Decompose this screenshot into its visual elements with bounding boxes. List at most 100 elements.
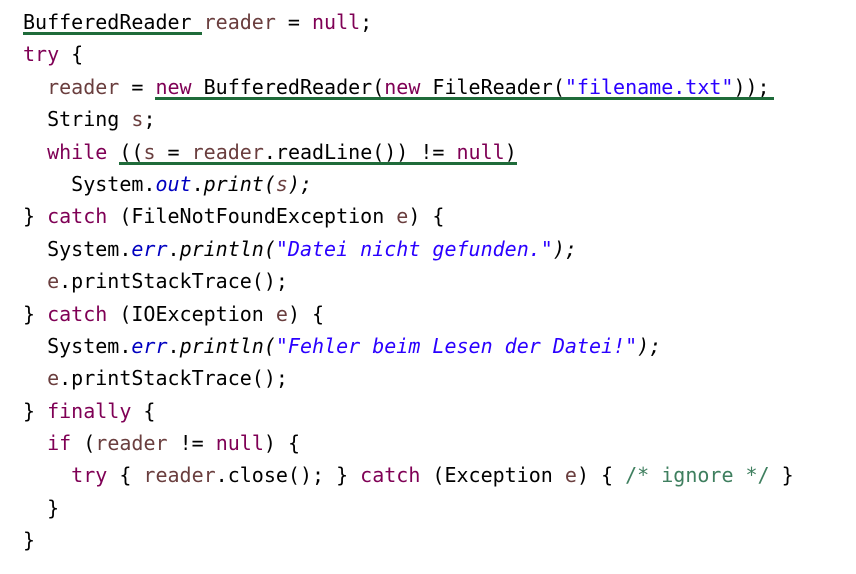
code-line: System.err.println("Datei nicht gefunden…: [23, 233, 794, 265]
code-token: ) {: [263, 431, 300, 456]
code-token: try: [23, 42, 60, 67]
code-token: ;: [360, 10, 373, 34]
code-token: reader: [191, 139, 264, 164]
code-token: (FileNotFoundException: [107, 204, 397, 229]
underline-marker: [155, 96, 774, 100]
code-token: {: [59, 42, 84, 67]
code-token: null: [456, 139, 505, 164]
code-token: err: [131, 236, 168, 261]
code-token: );: [287, 171, 313, 196]
code-token: =: [119, 74, 156, 99]
code-token: .readLine()) !=: [263, 139, 457, 164]
code-token: }: [23, 528, 36, 553]
code-line: } finally {: [23, 395, 794, 427]
code-line: e.printStackTrace();: [23, 265, 794, 297]
code-token: }: [23, 301, 48, 326]
code-token: System.: [71, 171, 156, 196]
code-token: err: [131, 333, 168, 358]
code-token: (: [71, 431, 96, 456]
code-token: ;: [143, 107, 156, 132]
code-token: FileReader(: [420, 74, 565, 99]
code-line: } catch (IOException e) {: [23, 298, 794, 330]
code-token: "filename.txt": [564, 74, 734, 99]
code-token: (Exception: [420, 463, 565, 488]
underline-marker: [119, 161, 517, 165]
code-token: reader: [95, 431, 168, 456]
code-token: ));: [733, 74, 770, 99]
code-line: try { reader.close(); } catch (Exception…: [23, 459, 794, 491]
code-token: String: [47, 107, 132, 132]
code-token: .: [191, 171, 204, 196]
code-line: }: [23, 524, 794, 556]
code-line: try {: [23, 38, 794, 70]
code-block: BufferedReader reader = null; try { reade…: [23, 6, 794, 557]
code-token: );: [637, 333, 662, 358]
code-token: .printStackTrace();: [59, 269, 288, 294]
code-token: =: [275, 10, 312, 34]
code-token: catch: [360, 463, 421, 488]
code-token: ): [504, 139, 517, 164]
code-token: (IOException: [107, 301, 276, 326]
code-token: reader: [143, 463, 216, 488]
code-token: System.: [47, 333, 132, 358]
code-token: s: [131, 107, 144, 132]
code-token: ) {: [576, 463, 626, 488]
code-token: reader: [47, 74, 120, 99]
code-token: }: [23, 204, 48, 229]
code-token: s: [143, 139, 156, 164]
code-token: {: [131, 398, 156, 423]
code-token: BufferedReader(: [191, 74, 385, 99]
underline-marker: [23, 32, 202, 35]
code-token: ) {: [408, 204, 445, 229]
code-token: .: [167, 333, 180, 358]
code-token: catch: [47, 301, 108, 326]
code-token: !=: [167, 431, 216, 456]
code-token: println(: [179, 333, 276, 358]
code-line: } catch (FileNotFoundException e) {: [23, 200, 794, 232]
code-token: print(: [203, 171, 276, 196]
code-line: }: [23, 492, 794, 524]
code-token: if: [47, 431, 72, 456]
code-token: try: [71, 463, 108, 488]
code-line: System.err.println("Fehler beim Lesen de…: [23, 330, 794, 362]
code-token: e: [564, 463, 577, 488]
code-token: }: [47, 495, 60, 520]
code-token: out: [155, 171, 192, 196]
code-token: }: [769, 463, 794, 488]
code-line: if (reader != null) {: [23, 427, 794, 459]
code-token: new: [155, 74, 192, 99]
code-token: System.: [47, 236, 132, 261]
code-token: null: [215, 431, 264, 456]
code-token: finally: [47, 398, 132, 423]
code-token: "Datei nicht gefunden.": [275, 236, 553, 261]
code-token: =: [155, 139, 192, 164]
code-line: String s;: [23, 103, 794, 135]
code-token: {: [107, 463, 144, 488]
code-token: BufferedReader: [23, 10, 192, 34]
code-token: .printStackTrace();: [59, 366, 288, 391]
code-token: catch: [47, 204, 108, 229]
code-token: e: [275, 301, 288, 326]
code-token: s: [275, 171, 288, 196]
code-token: while: [47, 139, 108, 164]
code-token: e: [396, 204, 409, 229]
code-token: );: [552, 236, 577, 261]
code-token: /* ignore */: [625, 463, 770, 488]
code-token: }: [23, 398, 48, 423]
code-token: .: [167, 236, 180, 261]
code-token: e: [47, 366, 60, 391]
code-token: ((: [107, 139, 144, 164]
code-line: System.out.print(s);: [23, 168, 794, 200]
code-token: new: [384, 74, 421, 99]
